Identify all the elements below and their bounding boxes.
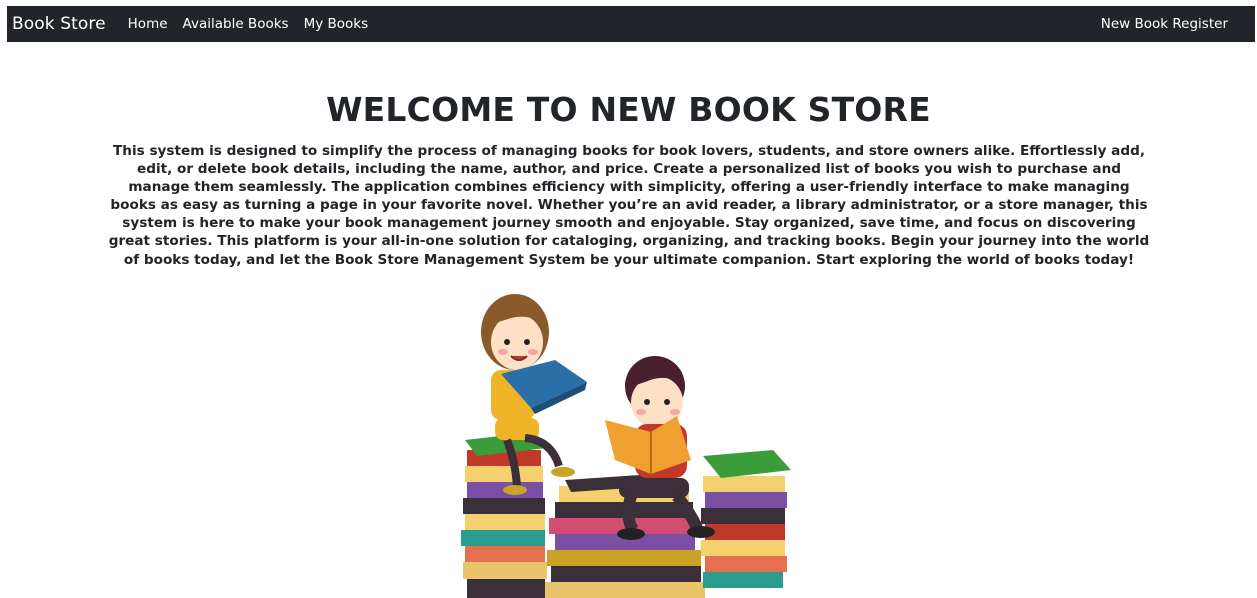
kids-reading-books-illustration (461, 294, 791, 598)
nav-link-available-books[interactable]: Available Books (183, 16, 289, 32)
right-book-stack (701, 450, 791, 588)
nav-link-new-book-register[interactable]: New Book Register (1101, 16, 1228, 32)
left-book-stack (461, 432, 547, 598)
nav-link-my-books[interactable]: My Books (304, 16, 369, 32)
page-title: WELCOME TO NEW BOOK STORE (326, 90, 931, 129)
brand-logo-text[interactable]: Book Store (12, 14, 106, 34)
intro-paragraph: This system is designed to simplify the … (108, 143, 1150, 268)
nav-link-home[interactable]: Home (128, 16, 168, 32)
top-navbar: Book Store Home Available Books My Books… (7, 6, 1255, 42)
nav-links: Home Available Books My Books (128, 16, 383, 32)
